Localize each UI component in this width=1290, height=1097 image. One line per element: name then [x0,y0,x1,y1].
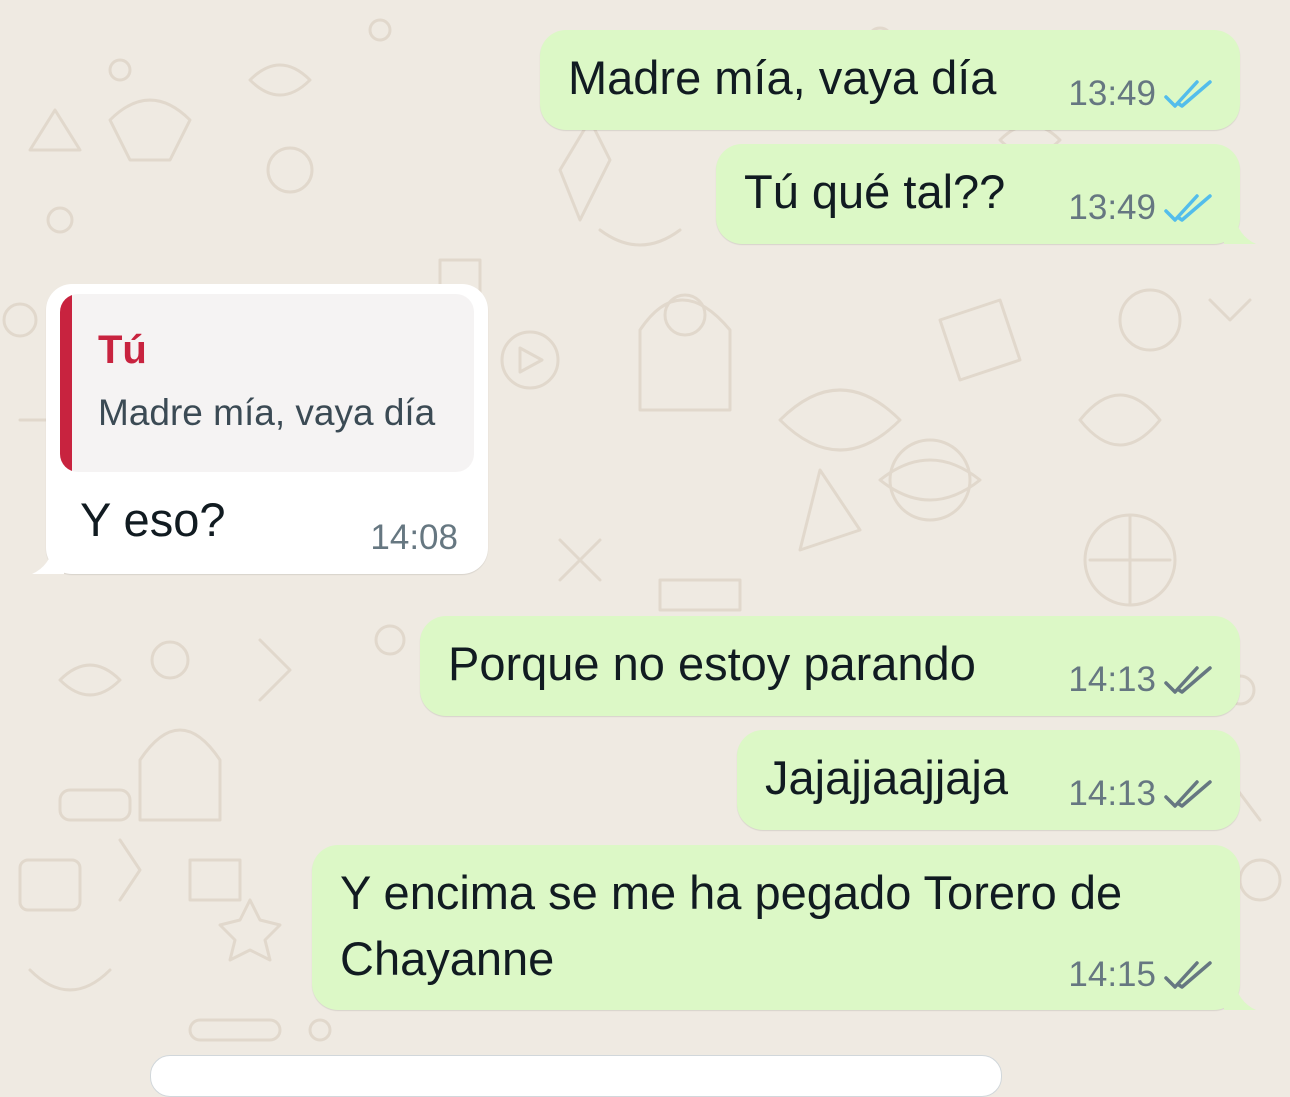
message-text: Tú qué tal?? [744,165,1006,218]
double-check-gray-icon [1164,961,1212,989]
message-text: Chayanne [340,932,555,985]
message-meta: 14:08 [370,518,458,558]
message-bubble-outgoing[interactable]: Madre mía, vaya día 13:49 [540,30,1240,130]
bubble-tail [1224,980,1256,1010]
message-text: Madre mía, vaya día [568,51,997,104]
message-time: 14:15 [1068,955,1156,994]
quote-author: Tú [98,328,147,372]
quote-accent-bar [60,294,72,472]
message-meta: 14:15 [1068,955,1212,995]
message-time: 14:08 [370,518,458,557]
message-text: Y encima se me ha pegado Torero de [340,866,1123,919]
message-text: Jajajjaajjaja [765,751,1008,804]
message-bubble-outgoing[interactable]: Jajajjaajjaja 14:13 [737,730,1240,830]
message-time: 13:49 [1068,74,1156,113]
message-text: Porque no estoy parando [448,637,976,690]
message-time: 13:49 [1068,188,1156,227]
message-bubble-outgoing[interactable]: Y encima se me ha pegado Torero de Chaya… [312,845,1240,1010]
quoted-message[interactable]: Tú Madre mía, vaya día [60,294,474,472]
message-meta: 14:13 [1068,660,1212,700]
message-time: 14:13 [1068,660,1156,699]
double-check-blue-icon [1164,80,1212,108]
double-check-gray-icon [1164,666,1212,694]
bubble-tail [1224,214,1256,244]
message-meta: 13:49 [1068,74,1212,114]
double-check-blue-icon [1164,194,1212,222]
message-bubble-outgoing[interactable]: Porque no estoy parando 14:13 [420,616,1240,716]
double-check-gray-icon [1164,780,1212,808]
quote-text: Madre mía, vaya día [98,392,436,433]
message-bubble-outgoing[interactable]: Tú qué tal?? 13:49 [716,144,1240,244]
bubble-tail [32,544,64,574]
message-text: Y eso? [80,493,226,546]
message-meta: 13:49 [1068,188,1212,228]
message-bubble-incoming[interactable]: Tú Madre mía, vaya día Y eso? 14:08 [46,284,488,574]
message-time: 14:13 [1068,774,1156,813]
message-meta: 14:13 [1068,774,1212,814]
message-composer[interactable] [150,1055,1002,1097]
